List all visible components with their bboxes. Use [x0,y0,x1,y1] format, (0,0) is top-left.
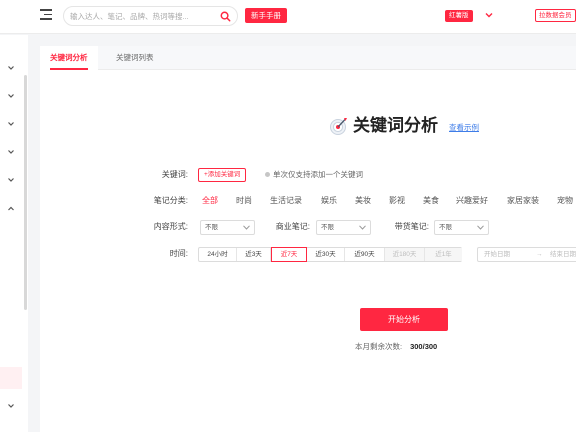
content-type-label: 内容形式: [153,222,188,231]
info-dot-icon [265,171,270,177]
example-link[interactable]: 查看示例 [449,122,479,133]
start-analysis-button[interactable]: 开始分析 [360,308,448,331]
goods-value: 不限 [439,224,452,231]
chevron-up-icon[interactable] [7,205,15,213]
category-all[interactable]: 全部 [202,191,218,211]
goods-select[interactable]: 不限 [434,220,489,235]
time-3d[interactable]: 近3天 [237,248,271,261]
search-input[interactable] [70,10,210,23]
category-label: 笔记分类: [153,196,188,205]
menu-icon[interactable] [40,9,52,21]
chevron-down-icon [477,225,484,230]
category-entertainment[interactable]: 娱乐 [321,191,337,211]
add-keyword-button[interactable]: +添加关键词 [198,168,247,182]
arrow-right-icon: → [536,251,543,258]
goods-label: 带货笔记: [394,222,429,231]
chevron-down-icon[interactable] [7,92,15,100]
chevron-down-icon[interactable] [7,148,15,156]
tab-keyword-analysis[interactable]: 关键词分析 [40,46,98,70]
sidebar-item-active[interactable] [0,367,22,389]
time-180d: 近180天 [385,248,425,261]
filter-row: 内容形式: 不限 商业笔记: 不限 带货笔记: 不限 [40,217,576,237]
category-lifestyle[interactable]: 生活记录 [270,191,302,211]
keyword-hint-text: 单次仅支持添加一个关键词 [273,170,363,179]
keyword-label: 关键词: [161,170,188,179]
version-badge[interactable]: 红薯版 [445,10,473,22]
top-bar: 新手手册 红薯版 拉数据会员 [0,0,576,34]
category-fashion[interactable]: 时尚 [236,191,252,211]
main-card: 关键词分析 关键词列表 关键词分析 查看示例 关键词: +添加关键词 单次仅支持… [40,46,576,432]
time-row: 时间: 24小时 近3天 近7天 近30天 近90天 近180天 近1年 开始日… [40,244,576,264]
time-30d[interactable]: 近30天 [307,248,345,261]
category-beauty[interactable]: 美妆 [355,191,371,211]
partner-link[interactable]: 拉数据会员 [535,9,576,22]
sidebar [0,35,28,432]
chevron-down-icon[interactable] [7,120,15,128]
category-hobby[interactable]: 兴趣爱好 [456,191,488,211]
remaining-label: 本月剩余次数: [355,342,403,351]
search-icon[interactable] [220,11,231,22]
start-date[interactable]: 开始日期 [484,248,510,261]
commercial-label: 商业笔记: [275,222,310,231]
chevron-down-icon[interactable] [7,176,15,184]
search-box [63,6,238,26]
category-pets[interactable]: 宠物 [557,191,573,211]
tab-bar: 关键词分析 关键词列表 [40,46,576,70]
page-title: 关键词分析 [353,116,438,135]
time-range-group: 24小时 近3天 近7天 近30天 近90天 近180天 近1年 [198,247,462,262]
time-label: 时间: [169,249,188,258]
category-row: 笔记分类: 全部 时尚 生活记录 娱乐 美妆 影视 美食 兴趣爱好 家居家装 宠… [40,191,576,211]
category-food[interactable]: 美食 [423,191,439,211]
category-film[interactable]: 影视 [389,191,405,211]
time-1y: 近1年 [425,248,462,261]
chevron-down-icon[interactable] [7,402,15,410]
keyword-row: 关键词: +添加关键词 单次仅支持添加一个关键词 [40,165,576,185]
time-90d[interactable]: 近90天 [345,248,385,261]
chevron-down-icon[interactable] [484,10,494,20]
date-range-picker[interactable]: 开始日期 → 结束日期 [477,247,576,262]
category-home[interactable]: 家居家装 [507,191,539,211]
tab-keyword-list[interactable]: 关键词列表 [106,46,164,70]
sidebar-scrollbar[interactable] [24,75,27,310]
time-24h[interactable]: 24小时 [199,248,237,261]
remaining-value: 300/300 [410,342,438,351]
newbie-guide-button[interactable]: 新手手册 [245,8,287,23]
end-date[interactable]: 结束日期 [550,248,576,261]
keyword-hint: 单次仅支持添加一个关键词 [265,165,363,185]
time-7d[interactable]: 近7天 [271,247,307,262]
target-icon [330,118,347,135]
remaining-count: 本月剩余次数: 300/300 [355,341,437,352]
chevron-down-icon[interactable] [7,64,15,72]
